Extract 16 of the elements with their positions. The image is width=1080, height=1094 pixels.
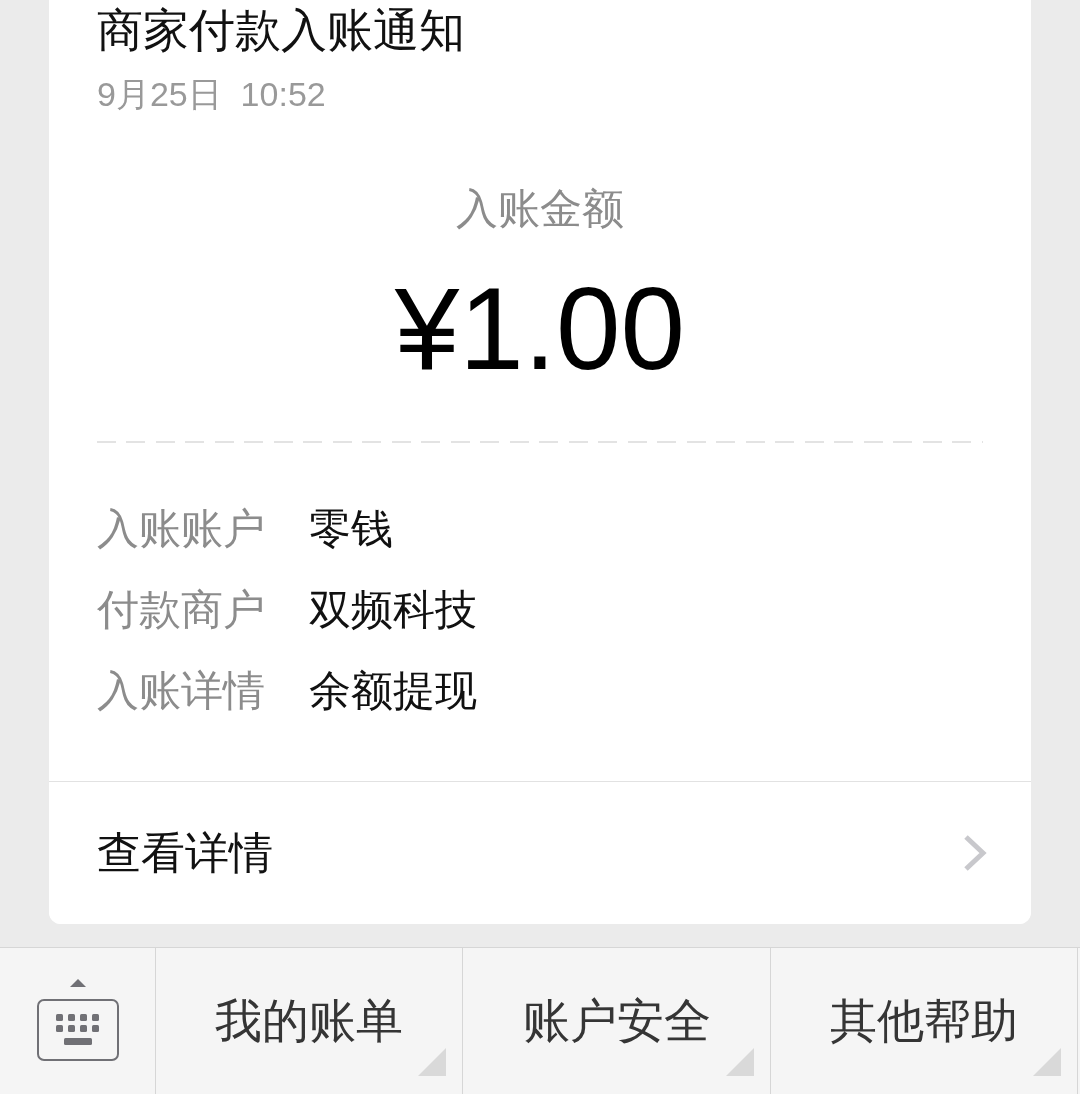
notice-title: 商家付款入账通知: [97, 3, 465, 58]
corner-triangle-icon: [1033, 1048, 1061, 1076]
view-details-row[interactable]: 查看详情: [49, 781, 1031, 924]
detail-value: 双频科技: [309, 584, 477, 635]
detail-value: 余额提现: [309, 665, 477, 716]
detail-value: 零钱: [309, 503, 393, 554]
notice-time: 9月25日 10:52: [97, 74, 326, 114]
corner-triangle-icon: [418, 1048, 446, 1076]
amount-label: 入账金额: [456, 184, 624, 234]
corner-triangle-icon: [726, 1048, 754, 1076]
keyboard-icon: [36, 977, 119, 1061]
detail-label: 入账详情: [97, 665, 266, 716]
chevron-right-icon: [963, 834, 987, 872]
amount-value: ¥1.00: [394, 265, 686, 393]
detail-label: 入账账户: [97, 503, 266, 554]
detail-label: 付款商户: [97, 584, 266, 635]
